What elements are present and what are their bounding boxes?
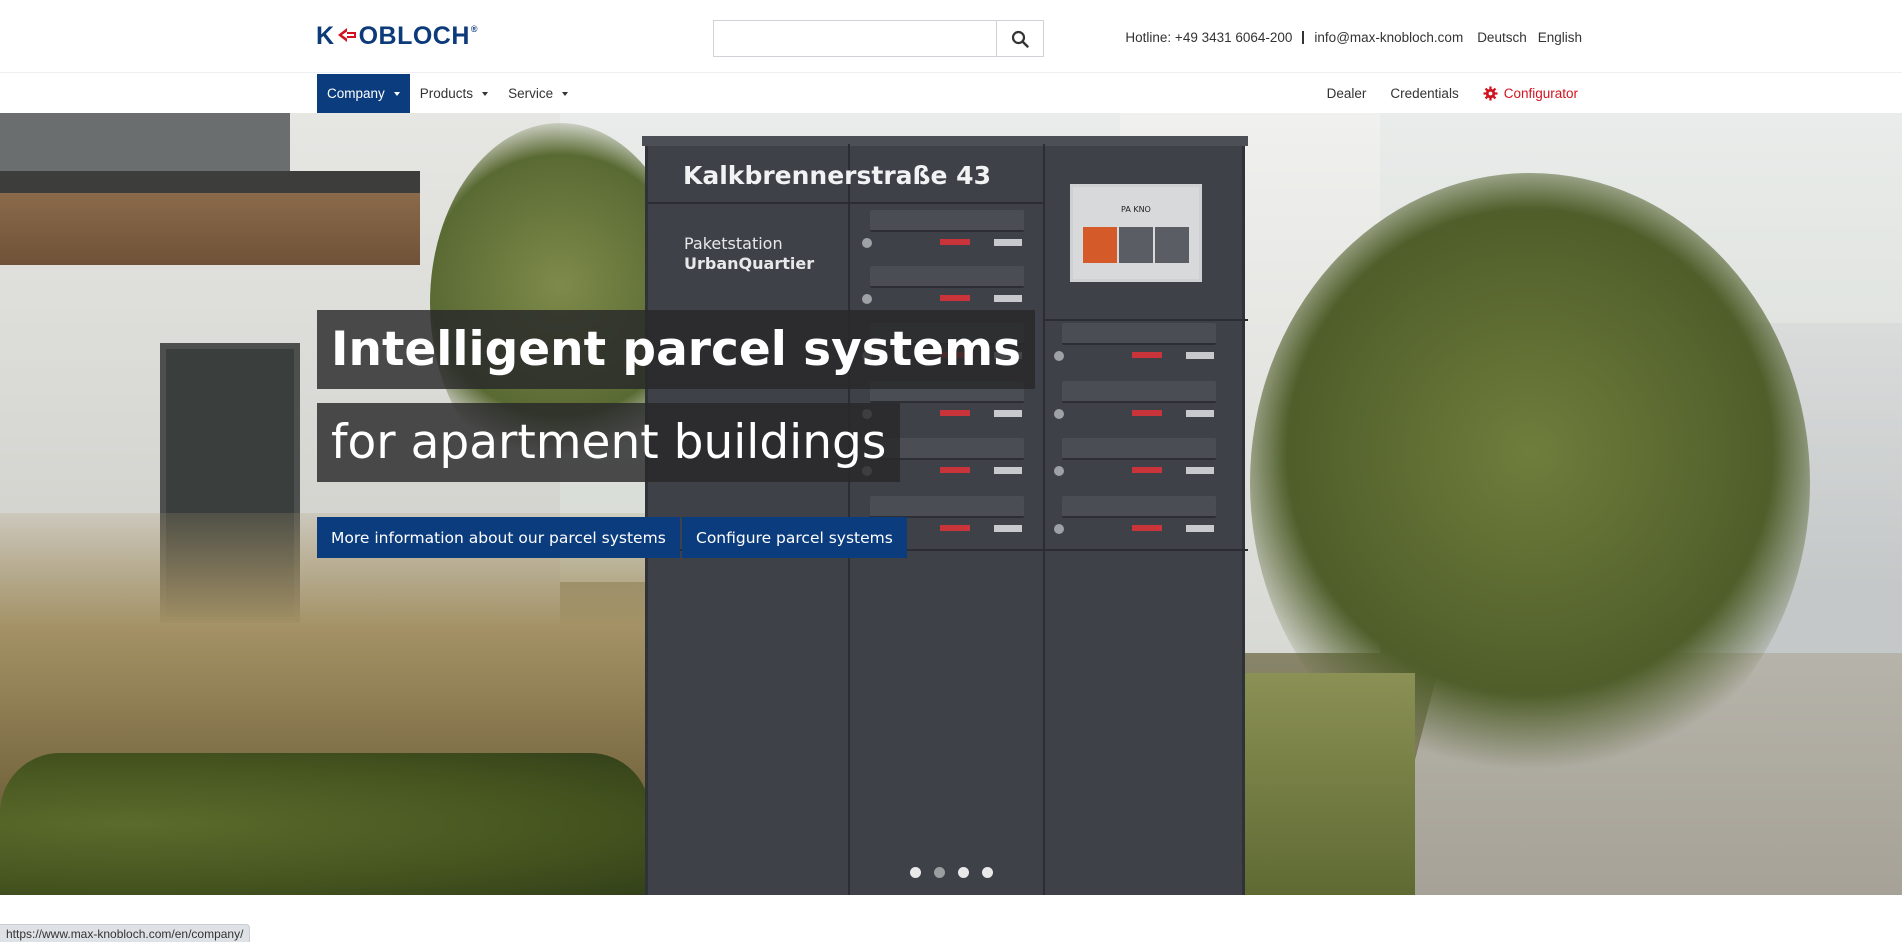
station-compartment [858,206,1028,256]
hero-roof [0,171,420,193]
nav-item-service[interactable]: Service [498,74,578,113]
more-info-parcel-systems-button[interactable]: More information about our parcel system… [317,517,680,558]
configurator-label: Configurator [1503,86,1578,101]
slider-dots [910,867,1006,878]
hero-balcony [0,113,290,171]
station-compartment [1050,377,1220,427]
gear-icon [1483,86,1498,101]
hero-bushes [0,753,650,895]
station-compartment [1050,434,1220,484]
contact-info: Hotline: +49 3431 6064-200 info@max-knob… [1125,30,1582,45]
hero-grass-right [1245,673,1415,895]
screen-brand: PA KNO [1121,205,1151,214]
search-box [713,20,1044,57]
nav-item-label: Service [508,86,554,101]
nav-secondary: Dealer Credentials Configurator [1303,74,1578,113]
nav-item-label: Products [419,86,474,101]
language-deutsch[interactable]: Deutsch [1477,30,1527,45]
station-compartment [858,262,1028,312]
station-column-divider [1043,144,1045,895]
station-compartment [1050,492,1220,542]
slider-dot[interactable] [958,867,969,878]
search-input[interactable] [714,21,996,56]
screen-tile [1119,227,1153,263]
station-subtitle-bold: UrbanQuartier [684,254,815,273]
browser-status-url: https://www.max-knobloch.com/en/company/ [0,924,251,942]
main-navigation: Company Products Service Dealer Credenti… [0,74,1902,113]
caret-down-icon [393,91,400,96]
nav-item-label: Company [327,86,385,101]
nav-item-products[interactable]: Products [410,74,498,113]
station-touchscreen: PA KNO [1070,184,1202,282]
logo-mark-icon [337,28,356,42]
caret-down-icon [482,91,489,96]
hotline-text: Hotline: +49 3431 6064-200 [1125,30,1293,45]
station-subtitle: Paketstation [684,234,783,253]
station-name: Kalkbrennerstraße 43 [683,161,991,190]
logo-text: OBLOCH [358,22,470,50]
slider-dot[interactable] [982,867,993,878]
email-link[interactable]: info@max-knobloch.com [1314,30,1463,45]
nav-item-company[interactable]: Company [317,74,410,113]
station-compartment [1050,319,1220,369]
hero-subheadline: for apartment buildings [317,403,901,482]
hero-slider: Kalkbrennerstraße 43 Paketstation UrbanQ… [0,113,1902,895]
hero-roof-wood [0,193,420,265]
slider-dot[interactable] [910,867,921,878]
nav-link-configurator[interactable]: Configurator [1483,86,1578,101]
logo-registered-mark: ® [470,24,479,34]
slider-dot-active[interactable] [934,867,945,878]
top-header: K OBLOCH ® Hotline: +49 3431 6064-200 in… [0,0,1902,73]
search-button[interactable] [996,21,1043,56]
caret-down-icon [562,91,569,96]
logo-letter-k: K [316,22,335,50]
search-icon [1011,30,1029,48]
configure-parcel-systems-button[interactable]: Configure parcel systems [682,517,907,558]
nav-link-credentials[interactable]: Credentials [1390,86,1458,101]
knobloch-logo[interactable]: K OBLOCH ® [316,24,478,49]
hero-headline: Intelligent parcel systems [317,310,1036,389]
contact-separator [1302,31,1305,44]
nav-primary: Company Products Service [317,74,578,113]
screen-tile [1083,227,1117,263]
screen-tile [1155,227,1189,263]
language-english[interactable]: English [1538,30,1582,45]
nav-link-dealer[interactable]: Dealer [1327,86,1367,101]
